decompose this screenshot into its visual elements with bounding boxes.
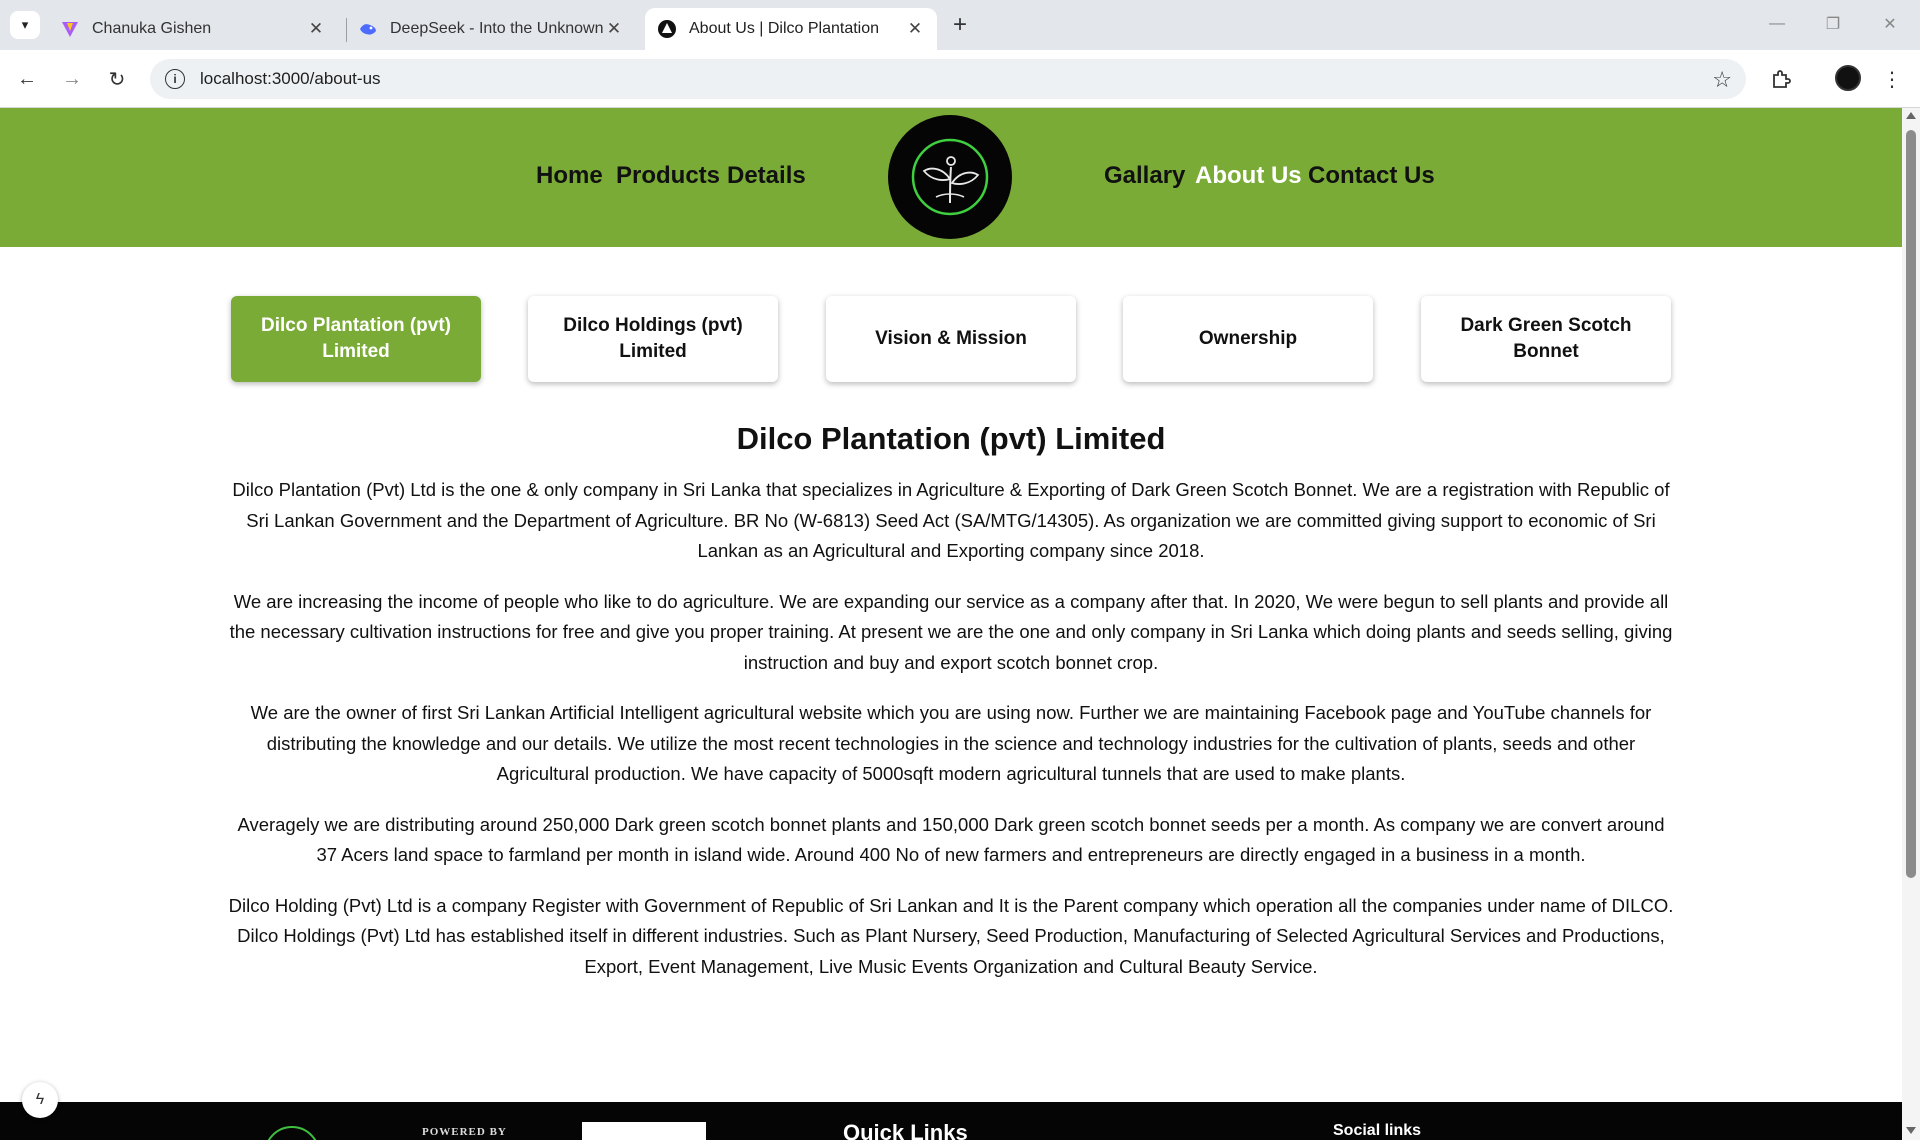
forward-button[interactable]: → [57, 64, 87, 94]
scrollbar-thumb[interactable] [1906, 130, 1916, 878]
paragraph: We are the owner of first Sri Lankan Art… [250, 702, 1652, 784]
footer-quick-links-heading: Quick Links [843, 1120, 968, 1140]
about-section-tabs: Dilco Plantation (pvt) Limited Dilco Hol… [0, 296, 1902, 386]
tab-vision-mission[interactable]: Vision & Mission [826, 296, 1076, 382]
paragraph: We are increasing the income of people w… [229, 590, 1673, 673]
paragraph: Dilco Plantation (Pvt) Ltd is the one & … [232, 479, 1670, 561]
arrow-left-icon: ← [17, 67, 37, 90]
tab-title: About Us | Dilco Plantation [689, 20, 880, 37]
nav-home[interactable]: Home [536, 162, 603, 190]
page-scrollbar[interactable] [1902, 108, 1920, 1140]
paragraph: Dilco Holding (Pvt) Ltd is a company Reg… [228, 894, 1674, 977]
nav-gallery[interactable]: Gallary [1104, 162, 1185, 190]
reload-icon: ↻ [108, 68, 126, 91]
url-text: localhost:3000/about-us [200, 69, 381, 88]
puzzle-icon [1773, 70, 1791, 88]
extensions-button[interactable] [1765, 63, 1797, 95]
tab-dilco-holdings[interactable]: Dilco Holdings (pvt) Limited [528, 296, 778, 382]
browser-tab-active[interactable]: About Us | Dilco Plantation ✕ [645, 8, 937, 50]
nav-about-us[interactable]: About Us [1195, 162, 1302, 190]
more-vert-icon: ⋮ [1882, 68, 1902, 91]
arrow-right-icon: → [62, 67, 82, 90]
minimize-window-button[interactable]: — [1757, 8, 1797, 40]
site-header: Home Products Details Gallary About Us C… [0, 108, 1902, 247]
tab-dilco-plantation[interactable]: Dilco Plantation (pvt) Limited [231, 296, 481, 382]
tab-title: Chanuka Gishen [92, 20, 212, 37]
close-icon[interactable]: ✕ [604, 19, 624, 39]
dilco-logo[interactable] [888, 115, 1012, 239]
deepseek-icon [358, 19, 378, 39]
browser-tab[interactable]: Chanuka Gishen ✕ [48, 8, 338, 50]
site-footer: POWERED BY Quick Links Social links [0, 1102, 1902, 1140]
bookmark-star-icon[interactable]: ☆ [1712, 67, 1732, 93]
footer-logo [264, 1126, 320, 1140]
new-tab-button[interactable]: + [946, 11, 974, 39]
restore-window-button[interactable]: ❐ [1813, 8, 1853, 40]
devtools-floating-button[interactable]: ϟ [22, 1082, 58, 1118]
close-icon[interactable]: ✕ [905, 19, 925, 39]
browser-tab-strip: ▾ Chanuka Gishen ✕ DeepSeek - Into the U… [0, 0, 1920, 50]
section-title: Dilco Plantation (pvt) Limited [736, 421, 1166, 456]
tab-search-menu-button[interactable]: ▾ [10, 11, 40, 39]
address-bar[interactable]: i localhost:3000/about-us ☆ [150, 59, 1746, 99]
section-body: Dilco Plantation (Pvt) Ltd is the one & … [228, 475, 1674, 1002]
plant-logo-icon [911, 138, 989, 216]
tab-ownership[interactable]: Ownership [1123, 296, 1373, 382]
site-icon [657, 19, 677, 39]
browser-menu-button[interactable]: ⋮ [1876, 63, 1908, 95]
footer-powered-by: POWERED BY [422, 1126, 507, 1138]
nav-details[interactable]: Details [727, 162, 806, 190]
site-info-icon[interactable]: i [165, 69, 185, 89]
tab-title: DeepSeek - Into the Unknown [390, 20, 604, 37]
scroll-down-arrow-icon[interactable] [1906, 1127, 1916, 1134]
vite-icon [60, 19, 80, 39]
nav-contact-us[interactable]: Contact Us [1308, 162, 1435, 190]
lightning-icon: ϟ [35, 1091, 45, 1108]
close-icon[interactable]: ✕ [306, 19, 326, 39]
paragraph: Averagely we are distributing around 250… [237, 813, 1665, 866]
page-viewport: Home Products Details Gallary About Us C… [0, 108, 1902, 1140]
scroll-up-arrow-icon[interactable] [1906, 112, 1916, 119]
tab-dark-green-scotch-bonnet[interactable]: Dark Green Scotch Bonnet [1421, 296, 1671, 382]
reload-button[interactable]: ↻ [102, 64, 132, 94]
back-button[interactable]: ← [12, 64, 42, 94]
nav-products[interactable]: Products [616, 162, 720, 190]
profile-avatar[interactable] [1835, 65, 1861, 91]
browser-toolbar: ← → ↻ i localhost:3000/about-us ☆ ⋮ [0, 50, 1920, 108]
close-window-button[interactable]: ✕ [1870, 8, 1910, 40]
browser-tab[interactable]: DeepSeek - Into the Unknown ✕ [346, 8, 636, 50]
chevron-down-icon: ▾ [21, 17, 29, 32]
footer-partner-logo [582, 1122, 706, 1140]
footer-social-links-heading: Social links [1333, 1122, 1422, 1139]
